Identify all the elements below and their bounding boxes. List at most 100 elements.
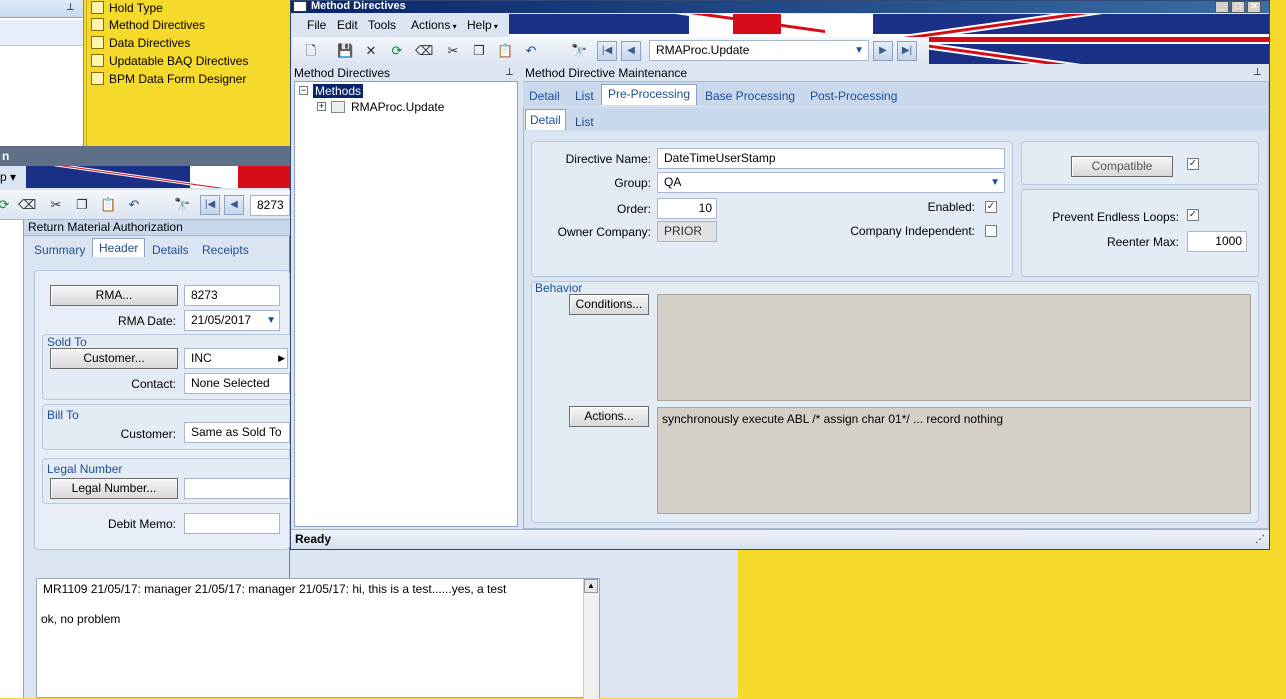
chevron-down-icon: ▾ <box>491 22 498 31</box>
customer-field[interactable]: INC ▶ <box>184 348 288 369</box>
copy-icon[interactable]: ❐ <box>471 43 487 59</box>
chevron-down-icon[interactable]: ▼ <box>854 41 864 60</box>
paste-icon[interactable]: 📋 <box>497 43 513 59</box>
pin-icon[interactable]: ⊥ <box>66 2 75 13</box>
menu-item-data-directives[interactable]: Data Directives <box>91 35 190 53</box>
chevron-down-icon[interactable]: ▼ <box>266 311 276 330</box>
subtab-detail[interactable]: Detail <box>525 109 566 130</box>
save-icon[interactable]: 💾 <box>337 43 353 59</box>
tab-pre-processing[interactable]: Pre-Processing <box>601 84 698 105</box>
cut-icon[interactable]: ✂ <box>445 43 461 59</box>
clear-icon[interactable]: ⌫ <box>415 43 433 59</box>
first-record-button[interactable]: |◀ <box>597 41 617 61</box>
company-independent-checkbox[interactable] <box>985 225 997 237</box>
cut-icon[interactable]: ✂ <box>48 197 64 213</box>
menu-item-method-directives[interactable]: Method Directives <box>91 17 205 35</box>
prev-record-button[interactable]: ◀ <box>621 41 641 61</box>
new-icon[interactable]: 🗋 <box>303 43 319 59</box>
legal-number-field[interactable] <box>184 478 290 499</box>
tab-post-processing[interactable]: Post-Processing <box>810 89 897 103</box>
menu-tools[interactable]: Tools <box>368 18 396 32</box>
tab-summary[interactable]: Summary <box>34 243 85 257</box>
actions-button[interactable]: Actions... <box>569 406 649 427</box>
rma-number-field[interactable]: 8273 <box>184 285 280 306</box>
subtab-list[interactable]: List <box>575 115 594 129</box>
maximize-icon[interactable]: □ <box>1231 1 1245 13</box>
debit-memo-field[interactable] <box>184 513 280 534</box>
tab-detail[interactable]: Detail <box>529 89 560 103</box>
rma-menu-partial[interactable]: p ▾ <box>0 166 26 188</box>
chevron-down-icon[interactable]: ▼ <box>990 173 1000 192</box>
undo-icon[interactable]: ↶ <box>523 43 539 59</box>
first-record-button[interactable]: |◀ <box>200 195 220 215</box>
notes-scrollbar[interactable]: ▲ <box>583 579 599 699</box>
search-icon[interactable]: 🔭 <box>174 197 190 213</box>
flag-stripe <box>238 166 290 188</box>
tree-node-methods[interactable]: Methods <box>313 84 364 98</box>
menu-actions[interactable]: Actions ▾ <box>411 18 457 32</box>
conditions-textarea[interactable] <box>657 294 1251 401</box>
prevent-loops-label: Prevent Endless Loops: <box>1052 210 1179 224</box>
collapse-icon[interactable]: − <box>299 86 308 95</box>
md-tree: − Methods + RMAProc.Update <box>294 81 518 527</box>
actions-textarea[interactable]: synchronously execute ABL /* assign char… <box>657 407 1251 514</box>
reenter-max-field[interactable]: 1000 <box>1187 231 1247 252</box>
md-right-header-text: Method Directive Maintenance <box>525 66 688 80</box>
menu-item-hold-type[interactable]: Hold Type <box>91 0 163 18</box>
group-dropdown[interactable]: QA ▼ <box>657 172 1005 193</box>
menu-edit[interactable]: Edit <box>337 18 358 32</box>
next-record-button[interactable]: ▶ <box>873 41 893 61</box>
paste-icon[interactable]: 📋 <box>100 197 116 213</box>
tab-details[interactable]: Details <box>152 243 189 257</box>
resize-grip-icon[interactable]: ⋰ <box>1255 530 1265 549</box>
refresh-icon[interactable]: ⟳ <box>0 197 12 213</box>
md-search-field[interactable]: RMAProc.Update ▼ <box>649 40 869 61</box>
form-icon <box>91 72 104 85</box>
tab-list[interactable]: List <box>575 89 594 103</box>
company-independent-label: Company Independent: <box>850 224 975 238</box>
compatible-checkbox[interactable]: ✓ <box>1187 158 1199 170</box>
menu-item-updatable-baq[interactable]: Updatable BAQ Directives <box>91 53 248 71</box>
conditions-button[interactable]: Conditions... <box>569 294 649 315</box>
close-icon[interactable]: ✕ <box>1247 1 1261 13</box>
refresh-icon[interactable]: ⟳ <box>389 43 405 59</box>
form-icon <box>91 18 104 31</box>
compatible-button[interactable]: Compatible <box>1071 156 1173 177</box>
menu-help[interactable]: Help ▾ <box>467 18 498 32</box>
last-record-button[interactable]: ▶| <box>897 41 917 61</box>
expand-icon[interactable]: + <box>317 102 326 111</box>
copy-icon[interactable]: ❐ <box>74 197 90 213</box>
search-icon[interactable]: 🔭 <box>571 43 587 59</box>
minimize-icon[interactable]: _ <box>1215 1 1229 13</box>
notes-line-2: ok, no problem <box>41 612 121 626</box>
menu-item-bpm-designer[interactable]: BPM Data Form Designer <box>91 71 246 89</box>
undo-icon[interactable]: ↶ <box>126 197 142 213</box>
menu-file[interactable]: File <box>307 18 326 32</box>
pin-icon[interactable]: ⊥ <box>505 65 514 81</box>
rma-notes-textarea[interactable]: MR1109 21/05/17: manager 21/05/17: manag… <box>36 578 600 699</box>
contact-field[interactable]: None Selected <box>184 373 290 394</box>
directive-name-field[interactable]: DateTimeUserStamp <box>657 148 1005 169</box>
tab-base-processing[interactable]: Base Processing <box>705 89 795 103</box>
rma-search-field[interactable]: 8273 <box>250 195 290 216</box>
customer-button[interactable]: Customer... <box>50 348 178 369</box>
rma-menubar: p ▾ <box>0 166 290 188</box>
prevent-loops-checkbox[interactable]: ✓ <box>1187 209 1199 221</box>
pin-icon[interactable]: ⊥ <box>1253 65 1262 81</box>
delete-icon[interactable]: ✕ <box>363 43 379 59</box>
scroll-up-icon[interactable]: ▲ <box>584 579 598 593</box>
md-search-value: RMAProc.Update <box>656 43 750 57</box>
legal-number-button[interactable]: Legal Number... <box>50 478 178 499</box>
tree-node-rmaproc-update[interactable]: RMAProc.Update <box>351 100 444 114</box>
prev-record-button[interactable]: ◀ <box>224 195 244 215</box>
chevron-right-icon[interactable]: ▶ <box>278 349 285 368</box>
bill-customer-field[interactable]: Same as Sold To <box>184 422 290 443</box>
rma-date-field[interactable]: 21/05/2017 ▼ <box>184 310 280 331</box>
order-field[interactable]: 10 <box>657 198 717 219</box>
clear-icon[interactable]: ⌫ <box>18 197 36 213</box>
enabled-checkbox[interactable]: ✓ <box>985 201 997 213</box>
tab-receipts[interactable]: Receipts <box>202 243 249 257</box>
rma-button[interactable]: RMA... <box>50 285 178 306</box>
left-nav-bar <box>0 20 83 46</box>
tab-header[interactable]: Header <box>92 238 146 257</box>
